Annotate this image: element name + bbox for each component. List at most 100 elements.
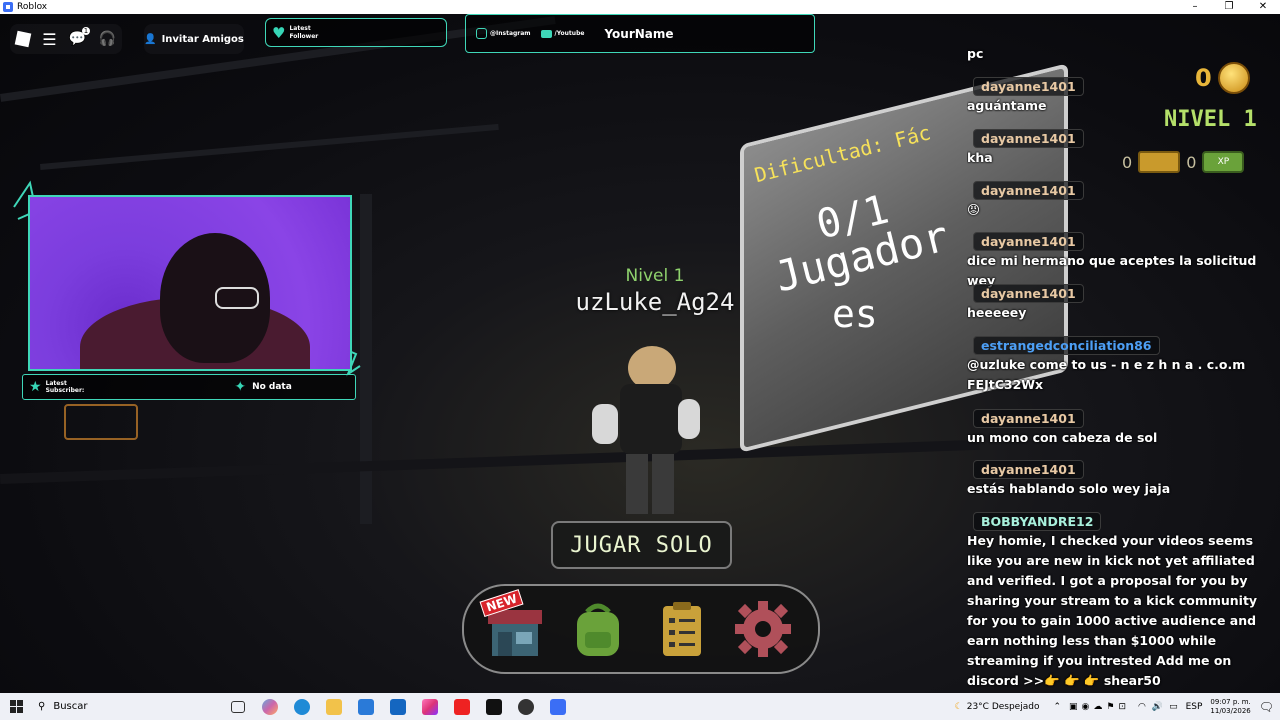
chat-username[interactable]: dayanne1401	[973, 77, 1084, 96]
latest-sub-label: Latest	[45, 380, 67, 387]
streamer-glasses	[215, 287, 259, 309]
chat-message-text: estás hablando solo wey jaja	[967, 481, 1171, 496]
taskbar-search[interactable]: ⚲ Buscar	[32, 693, 222, 720]
windows-taskbar: ⚲ Buscar ☾ 23°C Despejado ⌃ ▣◉☁⚑⊡ ◠ 🔊 ▭ …	[0, 693, 1280, 720]
obs-icon[interactable]	[510, 693, 542, 720]
chat-message-text: aguántame	[967, 98, 1047, 113]
latest-subscriber-widget: ★ Latest Subscriber: ✦ No data	[22, 374, 356, 400]
socials-banner: @Instagram /Youtube YourName	[465, 14, 815, 53]
volume-icon[interactable]: 🔊	[1152, 702, 1163, 712]
chat-message: dayanne1401 un mono con cabeza de sol	[967, 408, 1275, 448]
chat-username[interactable]: dayanne1401	[973, 284, 1084, 303]
roblox-logo-button[interactable]	[14, 30, 32, 48]
notifications-icon[interactable]: 🗨	[1259, 700, 1274, 714]
stream-chat: pc dayanne1401 aguántame dayanne1401 kha…	[967, 28, 1277, 693]
chat-message: pc	[967, 44, 1275, 64]
youtube-app-icon[interactable]	[446, 693, 478, 720]
clock[interactable]: 09:07 p. m. 11/03/2026	[1210, 698, 1250, 716]
streamer-name: YourName	[604, 26, 674, 41]
chat-message-text: @uzluke come to us - n e z h n a . c.o.m…	[967, 357, 1246, 392]
chat-message-text: heeeeey	[967, 305, 1027, 320]
chat-message: dayanne1401 kha	[967, 128, 1275, 168]
copilot-icon[interactable]	[254, 693, 286, 720]
chat-message-text: pc	[967, 46, 984, 61]
chat-username[interactable]: BOBBYANDRE12	[973, 512, 1102, 531]
follower-label: Follower	[289, 32, 319, 40]
invite-friends-button[interactable]: 👤 Invitar Amigos	[144, 24, 244, 54]
player-name-label: uzLuke_Ag24	[575, 288, 735, 316]
chat-username[interactable]: dayanne1401	[973, 409, 1084, 428]
task-view-icon[interactable]	[222, 693, 254, 720]
youtube-handle: /Youtube	[554, 30, 585, 37]
chat-message-text: kha	[967, 150, 993, 165]
instagram-icon	[476, 28, 487, 39]
chat-message: dayanne1401 estás hablando solo wey jaja	[967, 459, 1275, 499]
search-placeholder: Buscar	[53, 701, 88, 712]
maximize-button[interactable]: ❐	[1212, 0, 1246, 14]
chat-username[interactable]: dayanne1401	[973, 232, 1084, 251]
roblox-menu-bar: ☰ 💬 1 🎧	[10, 24, 122, 54]
tray-apps-icon[interactable]: ▣◉☁⚑⊡	[1069, 702, 1130, 712]
windows-logo-icon	[9, 700, 23, 713]
battery-icon[interactable]: ▭	[1169, 702, 1178, 712]
game-viewport[interactable]: ☰ 💬 1 🎧 👤 Invitar Amigos ♥ Latest Followe…	[0, 14, 1280, 693]
user-add-icon: 👤	[144, 33, 157, 45]
subscriber-label: Subscriber:	[45, 387, 85, 394]
player-level-label: Nivel 1	[625, 266, 685, 286]
window-title: Roblox	[17, 2, 48, 12]
chat-message-text: Hey homie, I checked your videos seems l…	[967, 533, 1258, 688]
chat-username[interactable]: dayanne1401	[973, 129, 1084, 148]
billboard-players-label-suffix: es	[832, 292, 878, 336]
chat-message: dayanne1401 aguántame	[967, 76, 1275, 116]
ticket-decoration	[64, 404, 138, 440]
play-solo-button[interactable]: JUGAR SOLO	[551, 521, 732, 569]
chat-message: dayanne1401 dice mi hermano que aceptes …	[967, 231, 1275, 291]
invite-friends-label: Invitar Amigos	[161, 33, 244, 45]
weather-text[interactable]: 23°C Despejado	[967, 702, 1040, 712]
language-indicator[interactable]: ESP	[1186, 702, 1203, 712]
star-icon: ★	[29, 379, 42, 395]
roblox-logo-icon	[3, 2, 13, 12]
player-avatar[interactable]	[590, 344, 700, 534]
hamburger-menu-icon[interactable]: ☰	[42, 30, 56, 49]
start-button[interactable]	[0, 693, 32, 720]
chat-username[interactable]: dayanne1401	[973, 181, 1084, 200]
tiktok-icon[interactable]	[478, 693, 510, 720]
weather-icon: ☾	[954, 701, 963, 712]
store-icon[interactable]	[350, 693, 382, 720]
chat-username[interactable]: dayanne1401	[973, 460, 1084, 479]
wifi-icon[interactable]: ◠	[1138, 702, 1146, 712]
settings-gear-icon[interactable]	[732, 598, 794, 660]
minimize-button[interactable]: –	[1178, 0, 1212, 14]
latest-label: Latest	[289, 24, 311, 32]
outlook-icon[interactable]	[382, 693, 414, 720]
headset-icon[interactable]: 🎧	[98, 31, 115, 47]
latest-follower-widget: ♥ Latest Follower	[265, 18, 447, 47]
system-tray: ☾ 23°C Despejado ⌃ ▣◉☁⚑⊡ ◠ 🔊 ▭ ESP 09:07…	[955, 693, 1280, 720]
edge-browser-icon[interactable]	[286, 693, 318, 720]
chat-icon[interactable]: 💬 1	[69, 27, 91, 47]
clock-time: 09:07 p. m.	[1210, 697, 1251, 706]
checklist-icon[interactable]	[651, 598, 713, 660]
instagram-app-icon[interactable]	[414, 693, 446, 720]
chat-username[interactable]: estrangedconciliation86	[973, 336, 1160, 355]
backpack-icon[interactable]	[567, 598, 629, 660]
file-explorer-icon[interactable]	[318, 693, 350, 720]
chat-message-text: 😡	[967, 202, 981, 217]
game-menu-dock: NEW	[462, 584, 820, 674]
search-icon: ⚲	[38, 701, 46, 712]
chat-message-text: un mono con cabeza de sol	[967, 430, 1158, 445]
show-hidden-icons-icon[interactable]: ⌃	[1053, 702, 1061, 712]
sparkle-star-icon: ✦	[234, 379, 247, 395]
heart-icon: ♥	[272, 23, 286, 42]
clock-date: 11/03/2026	[1210, 706, 1251, 715]
chat-notification-badge: 1	[81, 27, 91, 35]
roblox-app-icon[interactable]	[542, 693, 574, 720]
youtube-icon	[540, 29, 552, 38]
webcam-feed	[28, 195, 352, 371]
chat-message: BOBBYANDRE12 Hey homie, I checked your v…	[967, 511, 1275, 691]
chat-message: dayanne1401 😡	[967, 180, 1275, 220]
no-data-text: No data	[252, 382, 292, 392]
close-button[interactable]: ✕	[1246, 0, 1280, 14]
chat-message: estrangedconciliation86 @uzluke come to …	[967, 335, 1275, 395]
